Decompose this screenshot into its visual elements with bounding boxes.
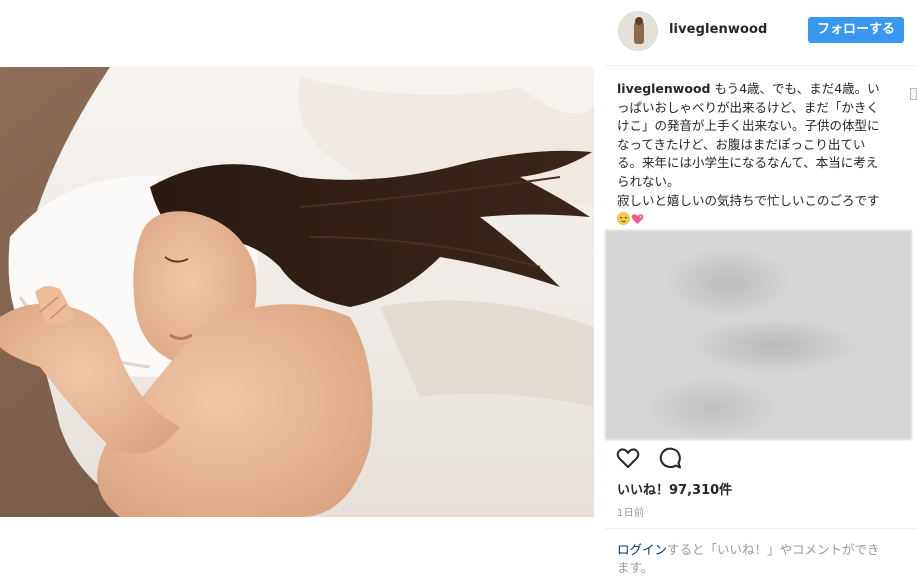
relieved-face-emoji [617,212,630,226]
caption-text: もう4歳、でも、まだ4歳。いっぱいおしゃべりが出来るけど、まだ「かきくけこ」の発… [617,81,880,189]
avatar-figure [634,17,644,44]
footer-divider [605,528,917,529]
post-caption: liveglenwood もう4歳、でも、まだ4歳。いっぱいおしゃべりが出来るけど… [617,80,889,229]
blurred-comments-area [605,230,912,440]
header-username[interactable]: liveglenwood [669,22,767,37]
post-image [0,67,594,517]
heart-icon[interactable] [615,445,641,471]
post-timestamp: 1日前 [617,508,645,519]
comment-icon[interactable] [657,445,683,471]
login-prompt: ログインすると「いいね！」やコメントができます。 [617,541,887,577]
header-divider [605,65,917,66]
caption-text-second: 寂しいと嬉しいの気持ちで忙しいこのごろです [617,192,880,208]
follow-button[interactable]: フォローする [808,17,904,43]
caption-scrollbar[interactable] [910,88,917,100]
sparkling-heart-emoji [631,212,644,225]
avatar[interactable] [618,11,658,51]
caption-username[interactable]: liveglenwood [617,81,710,96]
post-photo[interactable] [0,67,594,517]
login-link[interactable]: ログイン [617,542,667,557]
likes-count[interactable]: いいね！97,310件 [617,479,732,498]
post-header: liveglenwood フォローする [605,0,917,64]
